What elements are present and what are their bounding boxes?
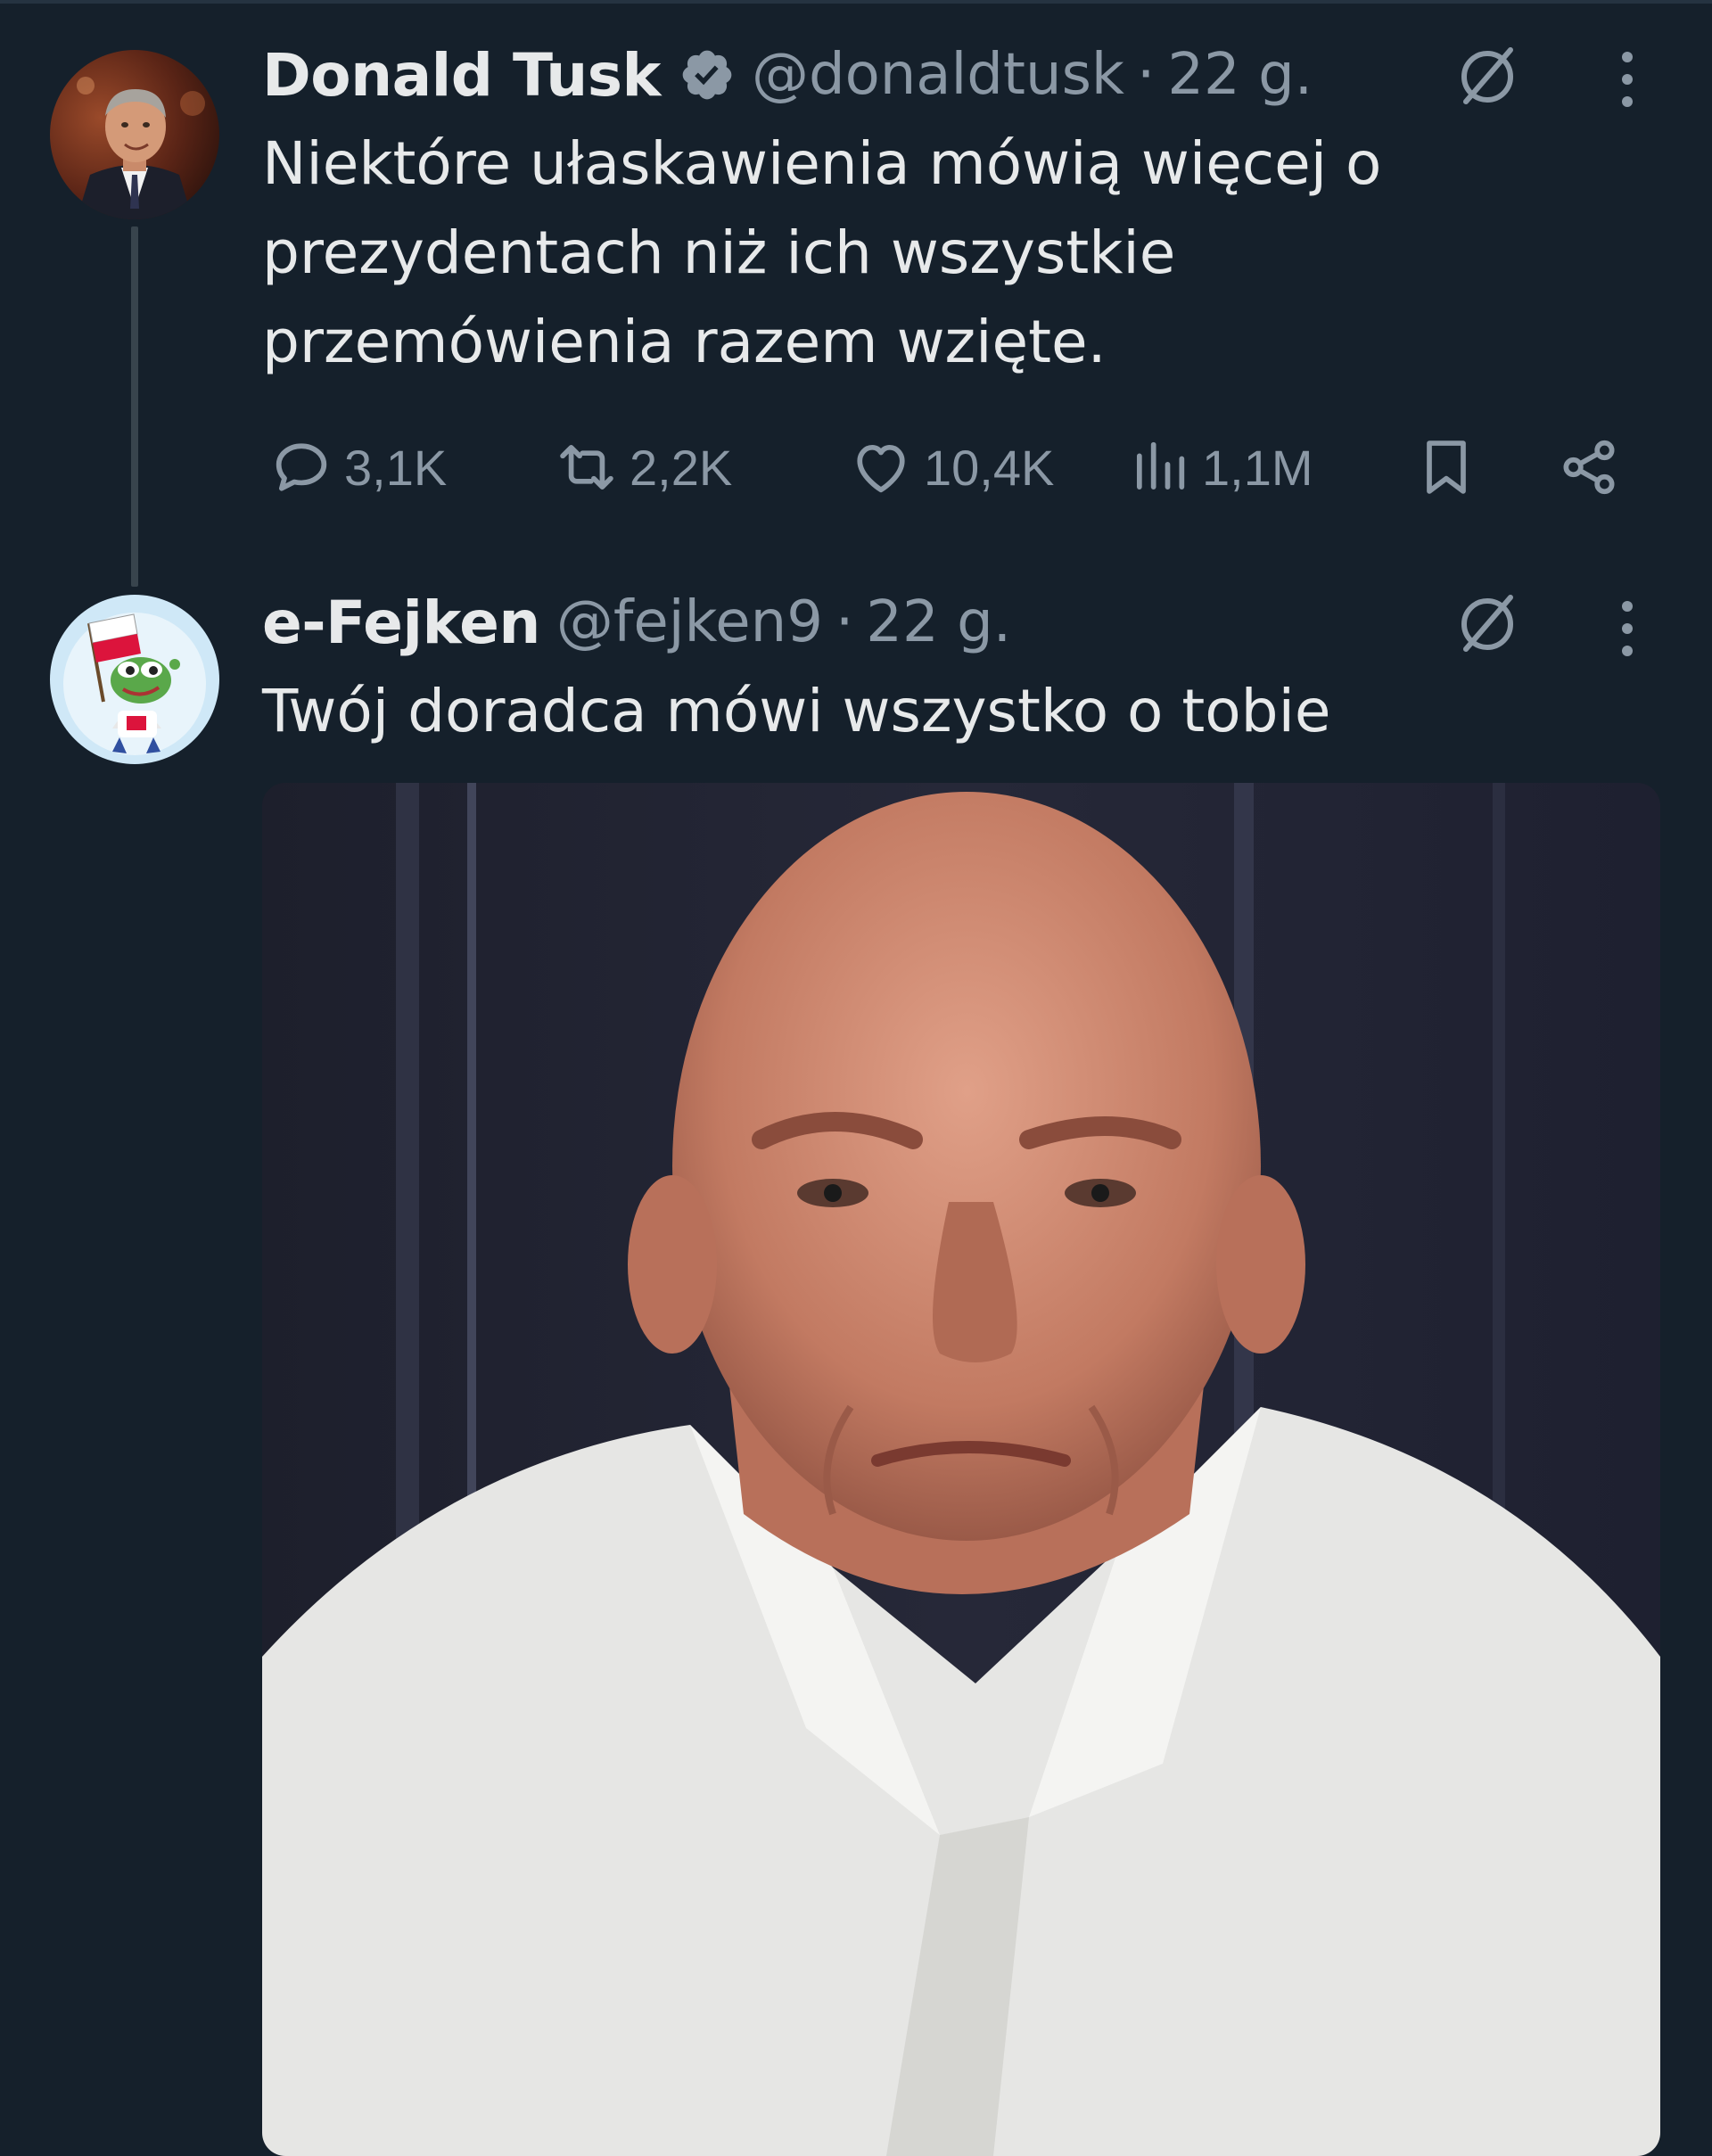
thread-connector-line	[131, 226, 138, 587]
timestamp[interactable]: 22 g.	[866, 589, 1011, 655]
retweet-icon	[560, 444, 613, 490]
tweet-text: Twój doradca mówi wszystko o tobie	[262, 677, 1331, 745]
separator-dot: ·	[835, 589, 854, 655]
top-edge-divider	[0, 0, 1712, 4]
views-count: 1,1M	[1202, 439, 1313, 496]
reply-button[interactable]: 3,1K	[268, 432, 447, 503]
more-options-icon[interactable]	[1614, 48, 1641, 111]
retweet-count: 2,2K	[630, 439, 733, 496]
retweet-button[interactable]: 2,2K	[553, 432, 732, 503]
like-icon	[857, 444, 905, 493]
separator-dot: ·	[1136, 42, 1156, 108]
grok-icon[interactable]	[1452, 39, 1525, 112]
tweet-text-line: Niektóre ułaskawienia mówią więcej o	[262, 129, 1382, 198]
share-icon	[1563, 440, 1615, 495]
bookmark-icon	[1427, 440, 1466, 494]
handle[interactable]: @donaldtusk	[752, 42, 1124, 108]
display-name[interactable]: Donald Tusk	[262, 41, 661, 110]
handle[interactable]: @fejken9	[556, 589, 823, 655]
tweet-text-line: prezydentach niż ich wszystkie	[262, 218, 1176, 287]
tweet-media-photo[interactable]	[262, 783, 1660, 2156]
avatar-donald-tusk[interactable]	[50, 50, 219, 219]
reply-count: 3,1K	[344, 439, 448, 496]
tweet-header: Donald Tusk @donaldtusk · 22 g.	[262, 39, 1313, 111]
like-button[interactable]: 10,4K	[847, 432, 1054, 503]
tweet-header: e-Fejken @fejken9 · 22 g.	[262, 587, 1011, 658]
share-button[interactable]	[1555, 432, 1623, 503]
verified-badge-icon	[679, 46, 736, 103]
grok-icon[interactable]	[1452, 587, 1525, 660]
like-count: 10,4K	[924, 439, 1055, 496]
bookmark-button[interactable]	[1412, 432, 1480, 503]
more-options-icon[interactable]	[1614, 597, 1641, 660]
timestamp[interactable]: 22 g.	[1167, 42, 1313, 108]
avatar-e-fejken[interactable]	[50, 595, 219, 764]
reply-icon	[276, 443, 327, 491]
tweet-text-line: przemówienia razem wzięte.	[262, 308, 1107, 376]
views-button[interactable]: 1,1M	[1125, 432, 1313, 503]
views-icon	[1136, 441, 1185, 490]
display-name[interactable]: e-Fejken	[262, 588, 540, 657]
tweet-text: Niektóre ułaskawienia mówią więcej o pre…	[262, 119, 1653, 387]
